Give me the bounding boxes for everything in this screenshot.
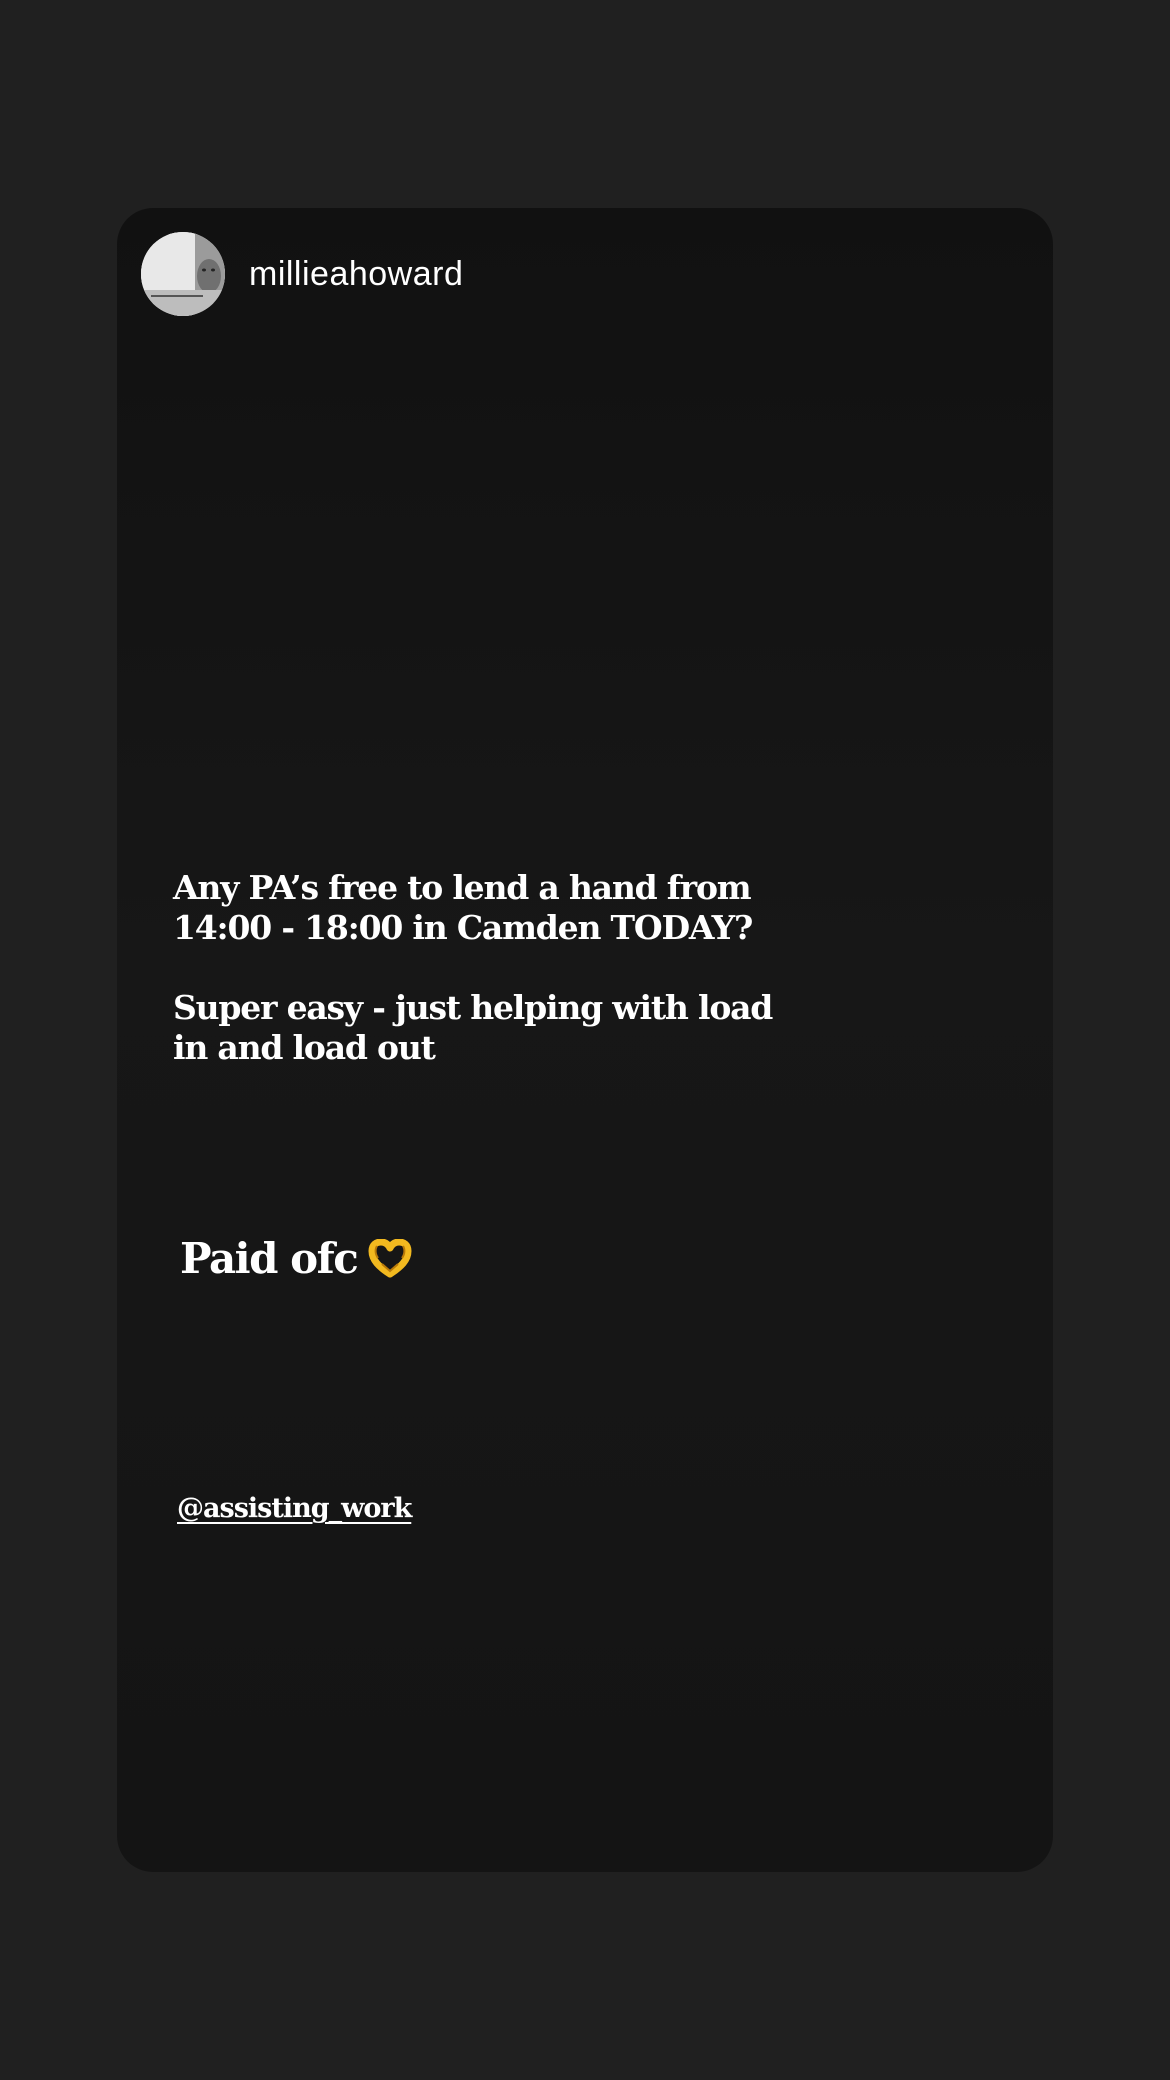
message-line: Super easy - just helping with load (173, 988, 773, 1027)
message-line: 14:00 - 18:00 in Camden TODAY? (173, 908, 753, 947)
username[interactable]: millieahoward (249, 257, 463, 291)
message-line: in and load out (173, 1028, 436, 1067)
avatar[interactable] (141, 232, 225, 316)
avatar-image (141, 232, 225, 316)
story-message-block: Super easy - just helping with load in a… (173, 988, 773, 1068)
story-card: millieahoward Any PA’s free to lend a ha… (117, 208, 1053, 1872)
story-header: millieahoward (141, 232, 463, 316)
mention-link[interactable]: @assisting_work (177, 1494, 412, 1524)
story-message-block: Any PA’s free to lend a hand from 14:00 … (173, 868, 753, 948)
message-line: Any PA’s free to lend a hand from (173, 868, 752, 907)
heart-hands-icon (368, 1239, 412, 1278)
paid-note: Paid ofc (180, 1238, 413, 1280)
paid-text: Paid ofc (180, 1234, 359, 1283)
